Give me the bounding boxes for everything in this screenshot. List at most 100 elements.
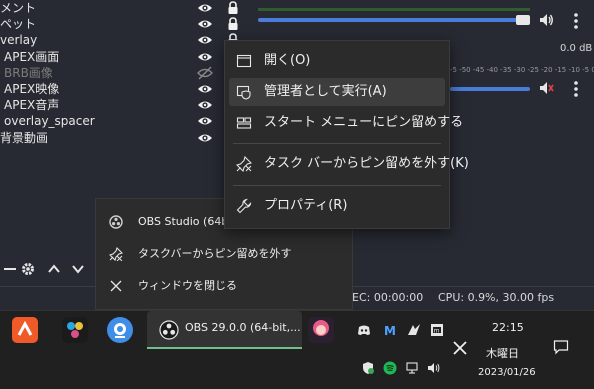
menu-item-run-as-admin-label: 管理者として実行(A) xyxy=(264,84,387,99)
admin-shield-icon xyxy=(236,85,251,100)
notification-icon[interactable] xyxy=(553,339,569,355)
menu-item-pin-to-start[interactable]: スタート メニューにピン留めする xyxy=(229,109,463,137)
menu-divider xyxy=(233,143,441,144)
jump-list-close-window[interactable]: ウィンドウを閉じる xyxy=(96,271,352,301)
clock-time[interactable]: 22:15 xyxy=(492,321,524,334)
muted-speaker-icon[interactable] xyxy=(538,80,554,96)
source-item[interactable]: ペット xyxy=(0,16,248,32)
volume-fader-track[interactable] xyxy=(258,18,530,22)
obs-icon xyxy=(109,215,123,229)
close-icon[interactable] xyxy=(452,340,468,356)
move-up-icon[interactable] xyxy=(46,261,62,277)
speaker-icon[interactable] xyxy=(538,12,554,28)
menu-item-properties[interactable]: プロパティ(R) xyxy=(229,192,445,220)
source-label: APEX映像 xyxy=(4,82,60,96)
move-down-icon[interactable] xyxy=(70,261,86,277)
source-settings-icon[interactable] xyxy=(20,261,36,277)
eye-icon[interactable] xyxy=(197,82,213,96)
sources-toolbar xyxy=(0,258,100,280)
meter-scale: -5 -50 -45 -40 -35 -30 -25 -20 -15 -10 -… xyxy=(450,66,594,74)
volume-fader-track-2[interactable] xyxy=(450,87,530,91)
clock-day[interactable]: 木曜日 xyxy=(486,345,519,361)
close-icon xyxy=(110,280,122,292)
source-label: 背景動画 xyxy=(0,130,49,145)
audio-meter xyxy=(258,8,530,11)
menu-item-run-as-admin[interactable]: 管理者として実行(A) xyxy=(229,78,445,106)
menu-item-unpin-taskbar[interactable]: タスク バーからピン留めを外す(K) xyxy=(229,150,469,178)
source-label: ペット xyxy=(0,17,37,32)
app-logo-icon xyxy=(17,320,33,336)
taskbar-app-webcam[interactable] xyxy=(107,317,133,343)
context-menu: 開く(O) 管理者として実行(A) スタート メニューにピン留めする タスク バ… xyxy=(224,40,469,229)
volume-icon[interactable] xyxy=(427,361,441,375)
taskbar-app-orange[interactable] xyxy=(12,317,38,343)
eye-icon[interactable] xyxy=(197,114,213,128)
anime-avatar-icon xyxy=(313,320,329,336)
eye-icon[interactable] xyxy=(197,17,213,31)
menu-item-open-label: 開く(O) xyxy=(264,53,311,68)
jump-list-close-label: ウィンドウを閉じる xyxy=(138,279,237,292)
eye-icon[interactable] xyxy=(197,1,213,15)
obs-icon xyxy=(159,320,179,340)
app-tray-icon-2[interactable]: m xyxy=(430,323,444,337)
window-icon xyxy=(236,54,252,68)
source-item[interactable]: BRB画像 xyxy=(0,65,248,81)
source-label: BRB画像 xyxy=(4,65,53,80)
eye-icon[interactable] xyxy=(197,50,213,64)
security-shield-icon[interactable] xyxy=(361,361,375,375)
volume-fader-knob[interactable] xyxy=(516,15,530,25)
active-window-indicator xyxy=(147,347,302,349)
svg-text:M: M xyxy=(384,324,396,337)
network-icon[interactable] xyxy=(405,361,419,375)
menu-item-properties-label: プロパティ(R) xyxy=(264,198,348,213)
webcam-icon xyxy=(114,323,126,338)
more-options-icon[interactable] xyxy=(572,12,580,30)
taskbar-obs-label: OBS 29.0.0 (64-bit,... xyxy=(185,321,301,334)
clock-date[interactable]: 2023/01/26 xyxy=(478,367,536,378)
lock-icon[interactable] xyxy=(227,17,239,31)
source-item[interactable]: APEX音声 xyxy=(0,97,248,113)
recording-time: EC: 00:00:00 xyxy=(352,291,424,304)
taskbar: OBS 29.0.0 (64-bit,... M m 22:15 木曜日 202… xyxy=(0,310,594,389)
eye-icon[interactable] xyxy=(197,98,213,112)
eye-icon[interactable] xyxy=(197,33,213,47)
taskbar-app-obs[interactable]: OBS 29.0.0 (64-bit,... xyxy=(147,311,302,349)
source-item[interactable]: メント xyxy=(0,0,248,16)
eye-icon[interactable] xyxy=(197,131,213,145)
more-options-icon-2[interactable] xyxy=(572,80,580,98)
eye-hidden-icon[interactable] xyxy=(197,66,213,80)
volume-db-label: 0.0 dB xyxy=(560,43,593,54)
lock-icon[interactable] xyxy=(227,1,239,15)
jump-list-unpin-label: タスクバーからピン留めを外す xyxy=(138,247,292,260)
jump-list-unpin[interactable]: タスクバーからピン留めを外す xyxy=(96,239,352,269)
cpu-usage: CPU: 0.9%, 30.00 fps xyxy=(438,291,555,304)
menu-item-open[interactable]: 開く(O) xyxy=(229,47,445,75)
start-pin-icon xyxy=(236,117,252,129)
taskbar-app-avatar[interactable] xyxy=(308,317,334,343)
svg-text:m: m xyxy=(434,328,440,335)
source-label: overlay_spacer xyxy=(4,114,95,129)
jump-list-app-label: OBS Studio (64b xyxy=(138,215,229,228)
wrench-icon xyxy=(236,198,252,214)
remove-source-icon[interactable] xyxy=(2,261,18,277)
taskbar-app-davinci[interactable] xyxy=(62,317,88,343)
source-item[interactable]: overlay_spacer xyxy=(0,113,248,129)
unpin-icon xyxy=(236,156,252,172)
source-label: メント xyxy=(0,1,37,15)
source-label: verlay xyxy=(0,33,38,48)
source-item[interactable]: verlay xyxy=(0,32,248,48)
discord-icon[interactable] xyxy=(357,323,371,337)
app-tray-icon[interactable] xyxy=(407,323,421,337)
menu-item-pin-to-start-label: スタート メニューにピン留めする xyxy=(264,115,464,130)
source-label: APEX音声 xyxy=(4,98,60,113)
davinci-resolve-icon xyxy=(67,322,83,338)
monitor-app-icon[interactable]: M xyxy=(383,323,397,337)
menu-divider-2 xyxy=(233,185,441,186)
spotify-icon[interactable] xyxy=(383,361,397,375)
source-item[interactable]: 背景動画 xyxy=(0,130,248,146)
unpin-icon xyxy=(109,247,123,261)
source-item[interactable]: APEX画面 xyxy=(0,49,248,65)
menu-item-unpin-taskbar-label: タスク バーからピン留めを外す(K) xyxy=(264,156,469,171)
source-item[interactable]: APEX映像 xyxy=(0,81,248,97)
source-label: APEX画面 xyxy=(4,49,60,64)
